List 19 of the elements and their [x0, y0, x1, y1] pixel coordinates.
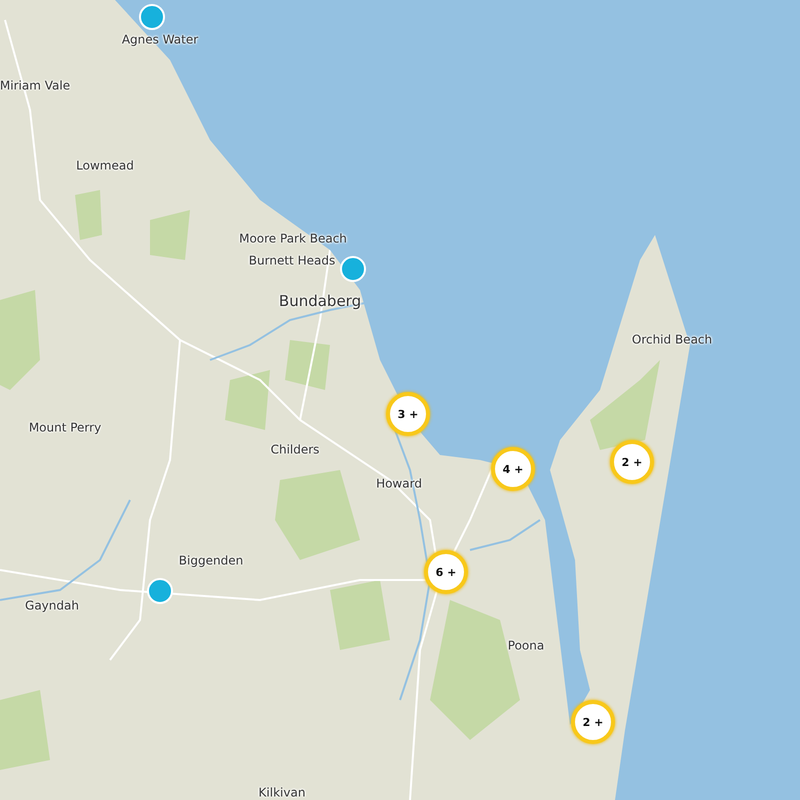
place-label: Bundaberg	[278, 292, 362, 310]
place-label: Kilkivan	[258, 786, 306, 800]
location-marker[interactable]	[147, 578, 173, 604]
place-label: Agnes Water	[122, 33, 198, 47]
cluster-marker[interactable]: 2 +	[610, 440, 654, 484]
place-label: Howard	[376, 477, 422, 491]
place-label: Mount Perry	[28, 421, 102, 435]
place-label: Childers	[270, 443, 320, 457]
place-label: Miriam Vale	[0, 79, 70, 93]
place-label: Orchid Beach	[632, 333, 712, 347]
place-label: Biggenden	[178, 554, 244, 568]
place-label: Burnett Heads	[248, 254, 336, 268]
place-label: Lowmead	[76, 159, 134, 173]
cluster-marker[interactable]: 2 +	[571, 700, 615, 744]
place-label: Moore Park Beach	[239, 232, 347, 246]
cluster-marker[interactable]: 3 +	[386, 392, 430, 436]
place-label: Poona	[508, 639, 544, 653]
cluster-marker[interactable]: 6 +	[424, 550, 468, 594]
place-label: Gayndah	[25, 599, 79, 613]
